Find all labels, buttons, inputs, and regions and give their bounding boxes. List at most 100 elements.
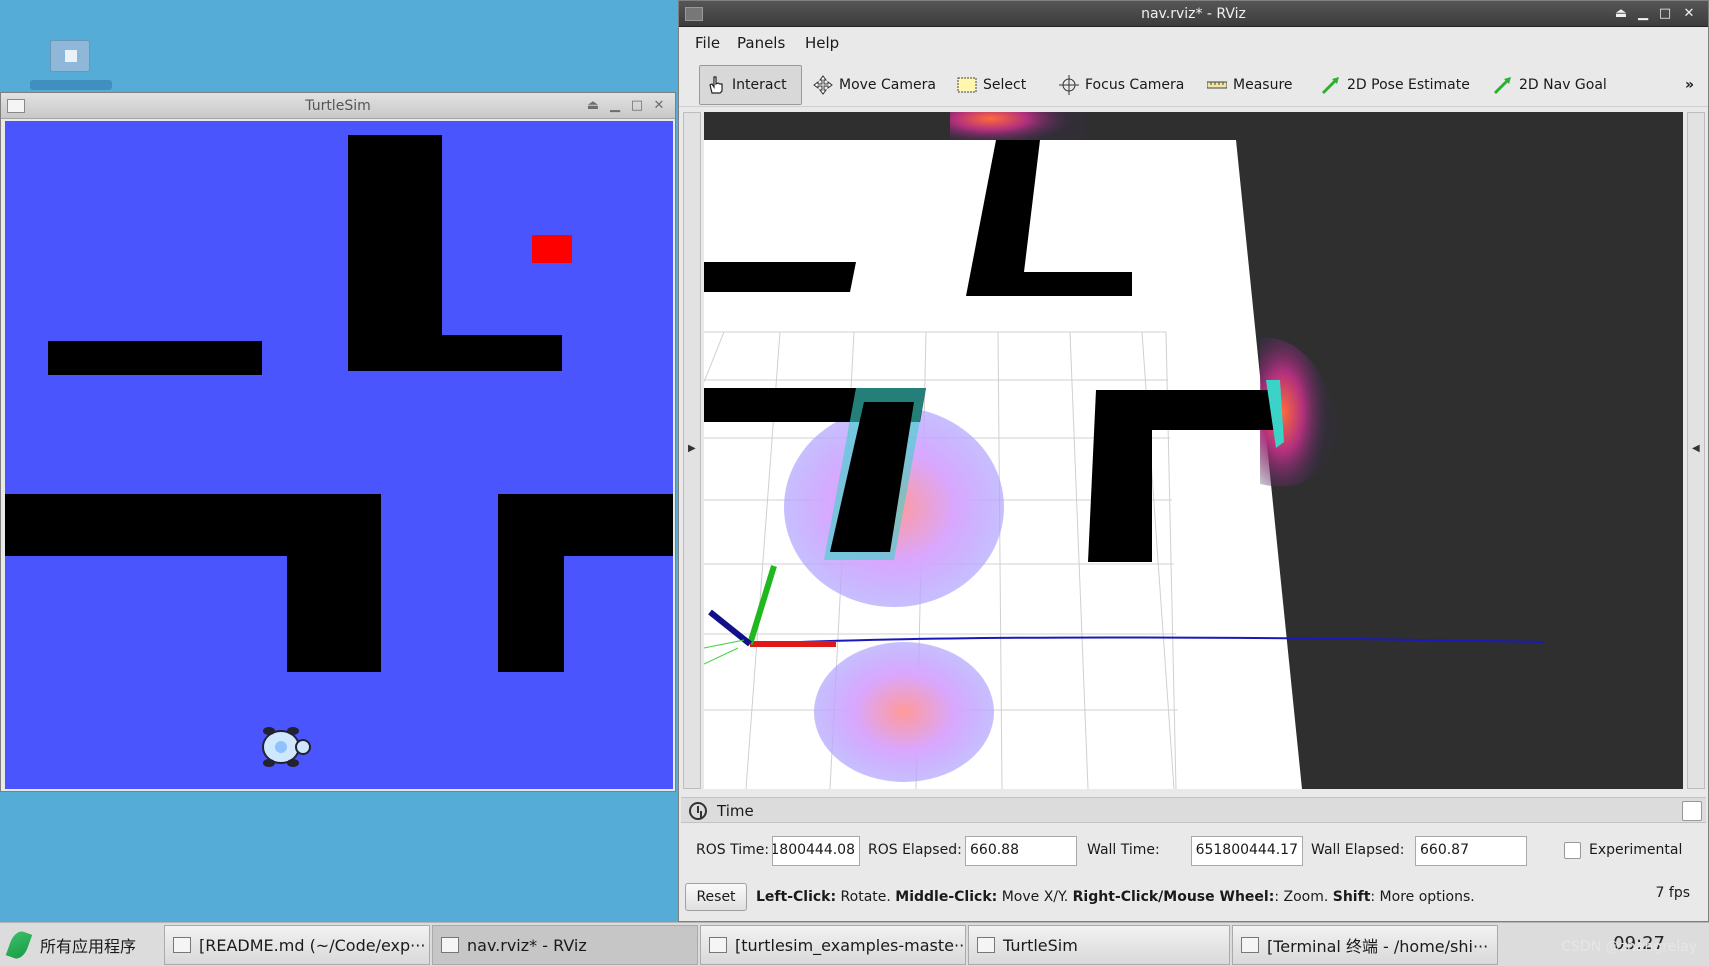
wall-elapsed-field[interactable]: 660.87: [1415, 836, 1527, 866]
rviz-titlebar[interactable]: nav.rviz* - RViz ⏏ ▁ □ ✕: [679, 1, 1708, 27]
experimental-checkbox[interactable]: [1564, 842, 1581, 859]
time-panel-header: Time: [681, 797, 1706, 823]
fps-readout: 7 fps: [1655, 885, 1690, 901]
task-terminal[interactable]: [Terminal 终端 - /home/shi···: [1232, 925, 1498, 965]
help-right-click: Right-Click/Mouse Wheel:: [1072, 889, 1275, 905]
menu-file[interactable]: File: [695, 34, 720, 52]
start-menu-button[interactable]: 所有应用程序: [5, 928, 137, 962]
window-icon: [977, 937, 995, 953]
help-middle-click: Middle-Click:: [895, 889, 998, 905]
close-icon[interactable]: ✕: [1681, 6, 1697, 22]
help-right-click-desc: : Zoom.: [1274, 889, 1333, 905]
tool-2d-nav-goal-label: 2D Nav Goal: [1519, 77, 1607, 93]
help-text: Left-Click: Rotate. Middle-Click: Move X…: [756, 889, 1475, 905]
menu-panels[interactable]: Panels: [737, 34, 785, 52]
menu-help[interactable]: Help: [805, 34, 839, 52]
reset-button[interactable]: Reset: [685, 883, 747, 911]
tool-2d-pose-estimate[interactable]: 2D Pose Estimate: [1321, 65, 1470, 105]
tool-move-camera[interactable]: Move Camera: [813, 65, 936, 105]
ros-time-field[interactable]: 1800444.08: [772, 836, 860, 866]
task-readme[interactable]: [README.md (~/Code/exp···: [164, 925, 430, 965]
green-arrow-icon: [1493, 75, 1513, 95]
task-file-manager[interactable]: [turtlesim_examples-maste···: [700, 925, 966, 965]
task-label: [turtlesim_examples-maste···: [735, 935, 966, 955]
select-box-icon: [957, 75, 977, 95]
shade-icon[interactable]: ⏏: [1613, 6, 1629, 22]
time-panel-title: Time: [717, 802, 754, 820]
menu-bar: File Panels Help: [679, 29, 1708, 55]
folder-shape: [50, 40, 90, 72]
task-label: [Terminal 终端 - /home/shi···: [1267, 937, 1489, 956]
rviz-toolbar: Interact Move Camera Select Focus Camera…: [679, 61, 1708, 107]
close-icon[interactable]: ✕: [651, 98, 667, 114]
clock-icon: [689, 802, 707, 820]
turtlesim-window: TurtleSim ⏏ ▁ □ ✕: [0, 92, 676, 792]
goal-marker: [532, 235, 572, 263]
tool-interact[interactable]: Interact: [699, 65, 802, 105]
toolbar-overflow-button[interactable]: »: [1685, 65, 1694, 105]
turtle-icon: [262, 727, 311, 767]
focus-crosshair-icon: [1059, 75, 1079, 95]
shade-icon[interactable]: ⏏: [585, 98, 601, 114]
help-middle-click-desc: Move X/Y.: [997, 889, 1073, 905]
tool-select-label: Select: [983, 77, 1027, 93]
ros-elapsed-label: ROS Elapsed:: [868, 842, 962, 858]
task-label: nav.rviz* - RViz: [467, 935, 587, 955]
wall-elapsed-label: Wall Elapsed:: [1311, 842, 1405, 858]
time-panel-row: ROS Time: 1800444.08 ROS Elapsed: 660.88…: [679, 833, 1708, 869]
task-rviz[interactable]: nav.rviz* - RViz: [432, 925, 698, 965]
tool-measure-label: Measure: [1233, 77, 1293, 93]
tool-measure[interactable]: Measure: [1206, 65, 1293, 105]
turtlesim-title: TurtleSim: [305, 98, 371, 114]
desktop-icon-label: [30, 80, 112, 90]
rviz-window: nav.rviz* - RViz ⏏ ▁ □ ✕ File Panels Hel…: [678, 0, 1709, 922]
tool-move-camera-label: Move Camera: [839, 77, 936, 93]
tool-select[interactable]: Select: [957, 65, 1026, 105]
task-label: [README.md (~/Code/exp···: [199, 935, 426, 955]
terminal-icon: [1241, 937, 1259, 953]
rviz-app-icon: [441, 937, 459, 953]
ros-elapsed-field[interactable]: 660.88: [965, 836, 1077, 866]
tool-2d-nav-goal[interactable]: 2D Nav Goal: [1493, 65, 1607, 105]
right-dock-toggle[interactable]: ◀: [1687, 112, 1705, 789]
wall-time-label: Wall Time:: [1087, 842, 1160, 858]
obstacle-right-leg: [498, 494, 564, 672]
costmap-glow-top: [950, 112, 1086, 140]
minimize-icon[interactable]: ▁: [607, 98, 623, 114]
start-menu-label: 所有应用程序: [40, 937, 137, 956]
task-turtlesim[interactable]: TurtleSim: [968, 925, 1230, 965]
float-panel-button[interactable]: [1682, 801, 1702, 821]
left-arrow-icon: ▶: [688, 443, 696, 454]
wall-time-field[interactable]: 651800444.17: [1191, 836, 1303, 866]
watermark: CSDN @zhangrelay: [1561, 939, 1697, 955]
help-shift-desc: : More options.: [1370, 889, 1475, 905]
home-folder-icon[interactable]: [44, 34, 96, 78]
3d-viewport[interactable]: [704, 112, 1683, 789]
costmap-inflation-lower: [814, 642, 994, 782]
move-arrows-icon: [813, 75, 833, 95]
folder-icon: [709, 937, 727, 953]
hand-pointer-icon: [706, 75, 726, 95]
obstacle-bar: [48, 341, 262, 375]
tool-focus-camera-label: Focus Camera: [1085, 77, 1185, 93]
green-arrow-icon: [1321, 75, 1341, 95]
status-row: Reset Left-Click: Rotate. Middle-Click: …: [679, 881, 1708, 913]
help-shift: Shift: [1332, 889, 1371, 905]
tool-interact-label: Interact: [732, 77, 787, 93]
tool-focus-camera[interactable]: Focus Camera: [1059, 65, 1184, 105]
right-arrow-icon: ◀: [1692, 443, 1700, 454]
maximize-icon[interactable]: □: [629, 98, 645, 114]
minimize-icon[interactable]: ▁: [1635, 6, 1651, 22]
help-left-click-desc: Rotate.: [836, 889, 896, 905]
experimental-label: Experimental: [1589, 842, 1683, 858]
rviz-title: nav.rviz* - RViz: [1141, 6, 1246, 22]
left-dock-toggle[interactable]: ▶: [683, 112, 701, 789]
maximize-icon[interactable]: □: [1657, 6, 1673, 22]
obstacle-l-horizontal: [348, 335, 562, 371]
turtlesim-titlebar[interactable]: TurtleSim ⏏ ▁ □ ✕: [1, 93, 675, 119]
leaf-logo-icon: [5, 928, 33, 962]
tool-2d-pose-estimate-label: 2D Pose Estimate: [1347, 77, 1470, 93]
ruler-icon: [1206, 75, 1228, 95]
obstacle-bar: [704, 262, 856, 292]
turtlesim-canvas[interactable]: [5, 121, 673, 789]
